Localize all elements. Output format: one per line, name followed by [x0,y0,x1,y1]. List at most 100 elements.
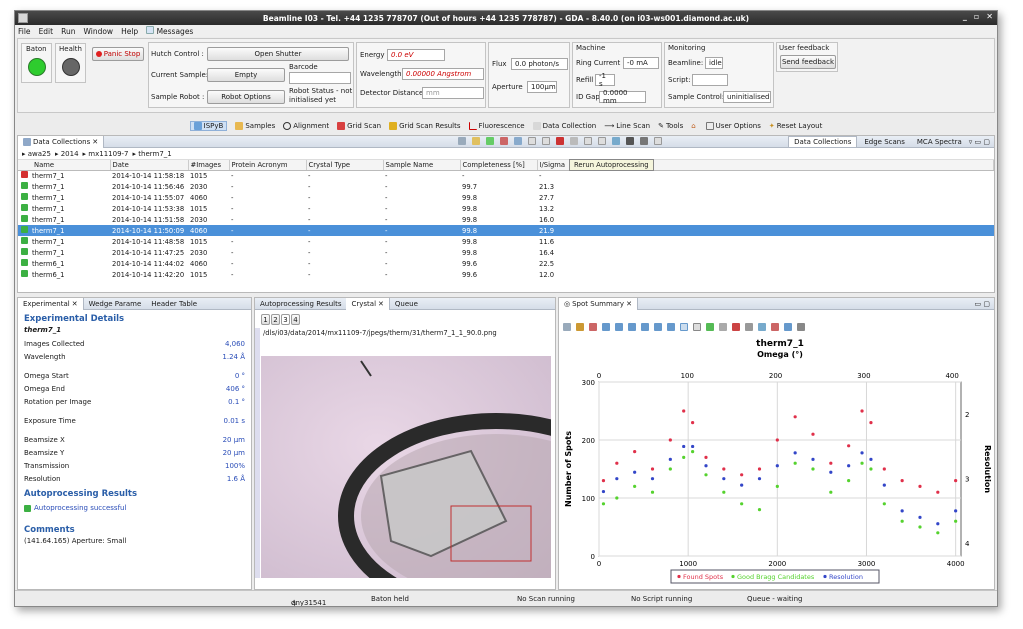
crystal-image[interactable] [261,356,551,578]
perspective-tools[interactable]: ✎ Tools [658,122,683,130]
perspective-samples[interactable]: Samples [235,121,275,130]
image-icon[interactable] [514,137,522,145]
page-2-button[interactable]: 2 [271,314,280,325]
col-name[interactable]: Name [18,160,111,171]
table-row[interactable]: therm6_1 2014-10-14 11:42:20 1015 - - - 99.6 12… [18,269,994,280]
table-row[interactable]: therm7_1 2014-10-14 11:58:18 1015 - - - - - [18,170,994,181]
tab-crystal[interactable]: Crystal ✕ [346,298,390,310]
export-icon[interactable] [542,137,550,145]
table-row[interactable]: therm7_1 2014-10-14 11:51:58 2030 - - - 99.8 16… [18,214,994,225]
axes-icon[interactable] [758,323,766,331]
expand-icon[interactable] [797,323,805,331]
tab-data-collections-view[interactable]: Data Collections [788,136,858,148]
send-feedback-button[interactable]: Send feedback [780,55,836,69]
settings-icon[interactable] [745,323,753,331]
table-row[interactable]: therm7_1 2014-10-14 11:55:07 4060 - - - 99.8 27… [18,192,994,203]
green-tool-icon[interactable] [706,323,714,331]
trace-icon[interactable] [784,323,792,331]
perspective-alignment[interactable]: Alignment [283,121,329,130]
menu-messages[interactable]: Messages [146,26,193,36]
menu-help[interactable]: Help [121,27,138,36]
document-icon[interactable] [528,137,536,145]
crystal-scrollbar[interactable] [255,328,260,578]
folder-icon[interactable] [472,137,480,145]
arrow-up-icon[interactable] [486,137,494,145]
table-row[interactable]: therm7_1 2014-10-14 11:47:25 2030 - - - 99.8 16… [18,247,994,258]
perspective-grid-scan[interactable]: Grid Scan [337,121,381,130]
breadcrumb-item-collection[interactable]: ▸ therm7_1 [133,150,172,158]
table-row[interactable]: therm7_1 2014-10-14 11:48:58 1015 - - - 99.8 11… [18,236,994,247]
reset-layout-button[interactable]: ✦ Reset Layout [769,122,822,130]
home-button[interactable]: ⌂ [691,122,697,130]
legend-icon[interactable] [771,323,779,331]
breadcrumb-item-user[interactable]: ▸ awa25 [22,150,51,158]
page-1-button[interactable]: 1 [261,314,270,325]
zoom-in-icon[interactable] [602,323,610,331]
perspective-line-scan[interactable]: ⟶ Line Scan [604,122,650,130]
spot-summary-chart[interactable]: therm7_1Omega (°)0 1000 2000 3000 40000 100 20… [559,334,994,590]
close-button[interactable]: ✕ [986,12,993,21]
table-row[interactable]: therm7_1 2014-10-14 11:50:09 4060- - -99.8 21… [18,225,994,236]
col-completeness[interactable]: Completeness [%] [460,160,538,171]
zoom-out-icon[interactable] [615,323,623,331]
chart-icon[interactable] [612,137,620,145]
view-icon[interactable] [598,137,606,145]
tab-queue[interactable]: Queue [390,298,423,310]
refresh-icon[interactable] [458,137,466,145]
tab-wedge-parameters[interactable]: Wedge Parame [84,298,147,310]
grid-icon[interactable] [654,137,662,145]
table-row[interactable]: therm6_1 2014-10-14 11:44:02 4060 - - - 99.6 22… [18,258,994,269]
menu-run[interactable]: Run [61,27,75,36]
perspective-grid-scan-results[interactable]: Grid Scan Results [389,121,461,130]
spot-view-controls[interactable]: ▭ ▢ [975,300,990,308]
zoom-x-icon[interactable] [654,323,662,331]
minimize-button[interactable]: _ [963,12,967,21]
arrow-down-icon[interactable] [500,137,508,145]
col-images[interactable]: #Images [188,160,230,171]
menu-window[interactable]: Window [83,27,113,36]
link-icon[interactable] [640,137,648,145]
export-plot-icon[interactable] [732,323,740,331]
perspective-ispyb[interactable]: ISPyB [189,120,228,131]
table-row[interactable]: therm7_1 2014-10-14 11:53:38 1015 - - - 99.8 13… [18,203,994,214]
zoom-icon[interactable] [584,137,592,145]
breadcrumb-item-year[interactable]: ▸ 2014 [55,150,79,158]
col-protein-acronym[interactable]: Protein Acronym [229,160,307,171]
tab-autoprocessing-results[interactable]: Autoprocessing Results [255,298,346,310]
robot-options-button[interactable]: Robot Options [207,90,285,104]
table-row[interactable]: therm7_1 2014-10-14 11:56:46 2030 - - - 99.7 21… [18,181,994,192]
panic-stop-button[interactable]: Panic Stop [92,47,144,61]
tab-header-table[interactable]: Header Table [146,298,202,310]
tab-spot-summary[interactable]: ◎ Spot Summary ✕ [559,298,638,310]
page-4-button[interactable]: 4 [291,314,300,325]
page-3-button[interactable]: 3 [281,314,290,325]
zoom-box-icon[interactable] [641,323,649,331]
filter-icon[interactable] [570,137,578,145]
rerun-autoprocessing-icon[interactable] [556,137,564,145]
crosshair-icon[interactable] [693,323,701,331]
tab-mca-spectra[interactable]: MCA Spectra [912,136,967,148]
plot-config-icon[interactable] [563,323,571,331]
col-date[interactable]: Date [110,160,189,171]
perspective-fluorescence[interactable]: Fluorescence [468,121,525,130]
perspective-data-collection[interactable]: Data Collection [532,121,596,130]
col-sample-name[interactable]: Sample Name [383,160,461,171]
plot-tool-icon[interactable] [576,323,584,331]
maximize-button[interactable]: ▫ [974,12,979,21]
col-crystal-type[interactable]: Crystal Type [306,160,384,171]
menu-edit[interactable]: Edit [39,27,54,36]
tab-edge-scans[interactable]: Edge Scans [859,136,910,148]
zoom-y-icon[interactable] [667,323,675,331]
menu-file[interactable]: File [18,27,31,36]
tab-experimental[interactable]: Experimental ✕ [18,298,84,310]
pan-icon[interactable] [628,323,636,331]
plot-axis-icon[interactable] [589,323,597,331]
open-shutter-button[interactable]: Open Shutter [207,47,349,61]
view-menu-icon[interactable]: ▿ ▭ ▢ [969,138,990,146]
select-icon[interactable] [680,323,688,331]
perspective-user-options[interactable]: User Options [705,121,761,130]
breadcrumb-item-visit[interactable]: ▸ mx11109-7 [83,150,129,158]
autoprocessing-status[interactable]: Autoprocessing successful [18,501,251,515]
print-icon[interactable] [719,323,727,331]
eye-icon[interactable] [626,137,634,145]
